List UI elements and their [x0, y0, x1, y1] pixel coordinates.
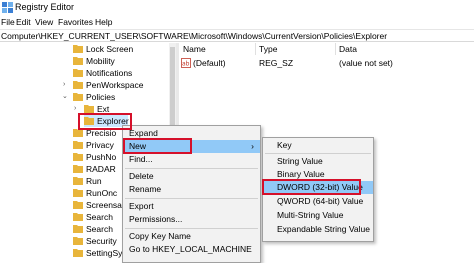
registry-editor-icon: [2, 2, 13, 13]
menu-item-label: Copy Key Name: [129, 231, 191, 241]
menu-item-label: DWORD (32-bit) Value: [277, 182, 363, 192]
menu-item-label: Permissions...: [129, 214, 183, 224]
menu-item-goto-hklm[interactable]: Go to HKEY_LOCAL_MACHINE: [123, 243, 260, 256]
folder-icon: [73, 141, 83, 149]
submenu-item-binary-value[interactable]: Binary Value: [263, 168, 373, 181]
tree-item-label: Mobility: [86, 56, 115, 66]
tree-item-label: Ext: [97, 104, 110, 114]
folder-icon: [73, 69, 83, 77]
column-header-name[interactable]: Name: [183, 43, 206, 55]
menu-item-label: Rename: [129, 184, 162, 194]
folder-icon: [84, 117, 94, 125]
context-menu: Expand New › Find... Delete Rename Expor…: [122, 125, 261, 263]
menu-item-label: Expand: [129, 128, 158, 138]
value-name: (Default): [193, 58, 226, 68]
folder-icon: [73, 57, 83, 65]
submenu-item-expandable-string-value[interactable]: Expandable String Value: [263, 223, 373, 236]
submenu-item-string-value[interactable]: String Value: [263, 155, 373, 168]
menu-item-rename[interactable]: Rename: [123, 183, 260, 196]
address-bar[interactable]: Computer\HKEY_CURRENT_USER\SOFTWARE\Micr…: [0, 29, 474, 42]
window-title: Registry Editor: [15, 2, 75, 12]
menu-separator: [125, 228, 258, 229]
folder-icon: [73, 189, 83, 197]
folder-icon: [73, 81, 83, 89]
tree-item-label: Screensa: [86, 200, 122, 210]
new-submenu: Key String Value Binary Value DWORD (32-…: [262, 137, 374, 242]
menu-item-copy-key-name[interactable]: Copy Key Name: [123, 230, 260, 243]
menu-separator: [265, 153, 371, 154]
folder-icon: [73, 165, 83, 173]
tree-item-label: Notifications: [86, 68, 133, 78]
string-value-icon: ab: [181, 58, 191, 68]
submenu-item-multi-string-value[interactable]: Multi-String Value: [263, 209, 373, 222]
tree-item-label: Search: [86, 212, 113, 222]
tree-item-label: Lock Screen: [86, 44, 134, 54]
chevron-down-icon[interactable]: ⌄: [62, 91, 68, 103]
menu-separator: [125, 168, 258, 169]
submenu-item-key[interactable]: Key: [263, 139, 373, 152]
menu-item-find[interactable]: Find...: [123, 153, 260, 166]
column-header-data[interactable]: Data: [339, 43, 357, 55]
value-data: (value not set): [339, 58, 393, 68]
tree-item-label: Run: [86, 176, 102, 186]
folder-icon: [73, 237, 83, 245]
folder-icon: [73, 129, 83, 137]
tree-item-label: Security: [86, 236, 117, 246]
tree-item-label: PenWorkspace: [86, 80, 144, 90]
tree-item-label: Policies: [86, 92, 116, 102]
folder-icon: [73, 93, 83, 101]
folder-icon: [73, 45, 83, 53]
menu-item-label: Key: [277, 140, 292, 150]
tree-item-label: PushNo: [86, 152, 117, 162]
folder-icon: [73, 249, 83, 257]
title-bar: Registry Editor: [0, 0, 474, 15]
menu-item-label: Export: [129, 201, 154, 211]
column-divider[interactable]: [255, 43, 256, 55]
menu-item-expand[interactable]: Expand: [123, 127, 260, 140]
svg-text:ab: ab: [182, 61, 190, 68]
tree-item-label: Precisio: [86, 128, 117, 138]
chevron-right-icon: ›: [251, 141, 254, 151]
folder-icon: [84, 105, 94, 113]
menu-item-label: Go to HKEY_LOCAL_MACHINE: [129, 244, 252, 254]
tree-item-label: RunOnc: [86, 188, 118, 198]
value-type: REG_SZ: [259, 58, 294, 68]
menu-item-label: Binary Value: [277, 169, 325, 179]
menu-view[interactable]: View: [35, 17, 53, 27]
menu-item-label: Find...: [129, 154, 153, 164]
menu-bar: File Edit View Favorites Help: [0, 16, 474, 29]
menu-separator: [125, 198, 258, 199]
submenu-item-dword-value[interactable]: DWORD (32-bit) Value: [263, 181, 373, 194]
chevron-right-icon[interactable]: ›: [74, 103, 76, 115]
submenu-item-qword-value[interactable]: QWORD (64-bit) Value: [263, 195, 373, 208]
menu-item-delete[interactable]: Delete: [123, 170, 260, 183]
menu-item-export[interactable]: Export: [123, 200, 260, 213]
menu-item-label: Expandable String Value: [277, 224, 370, 234]
folder-icon: [73, 177, 83, 185]
tree-item-label: Privacy: [86, 140, 114, 150]
menu-edit[interactable]: Edit: [16, 17, 31, 27]
column-divider[interactable]: [335, 43, 336, 55]
folder-icon: [73, 213, 83, 221]
menu-file[interactable]: File: [1, 17, 15, 27]
tree-item-label: Search: [86, 224, 113, 234]
column-header-type[interactable]: Type: [259, 43, 277, 55]
menu-favorites[interactable]: Favorites: [58, 17, 93, 27]
menu-item-label: Multi-String Value: [277, 210, 344, 220]
menu-help[interactable]: Help: [95, 17, 112, 27]
menu-item-label: QWORD (64-bit) Value: [277, 196, 364, 206]
chevron-right-icon[interactable]: ›: [63, 79, 65, 91]
menu-item-label: Delete: [129, 171, 154, 181]
folder-icon: [73, 225, 83, 233]
menu-item-permissions[interactable]: Permissions...: [123, 213, 260, 226]
address-path[interactable]: Computer\HKEY_CURRENT_USER\SOFTWARE\Micr…: [1, 31, 387, 41]
tree-item-label: RADAR: [86, 164, 116, 174]
menu-item-label: New: [129, 141, 147, 151]
folder-icon: [73, 153, 83, 161]
menu-item-new[interactable]: New ›: [123, 140, 260, 153]
folder-icon: [73, 201, 83, 209]
menu-item-label: String Value: [277, 156, 323, 166]
